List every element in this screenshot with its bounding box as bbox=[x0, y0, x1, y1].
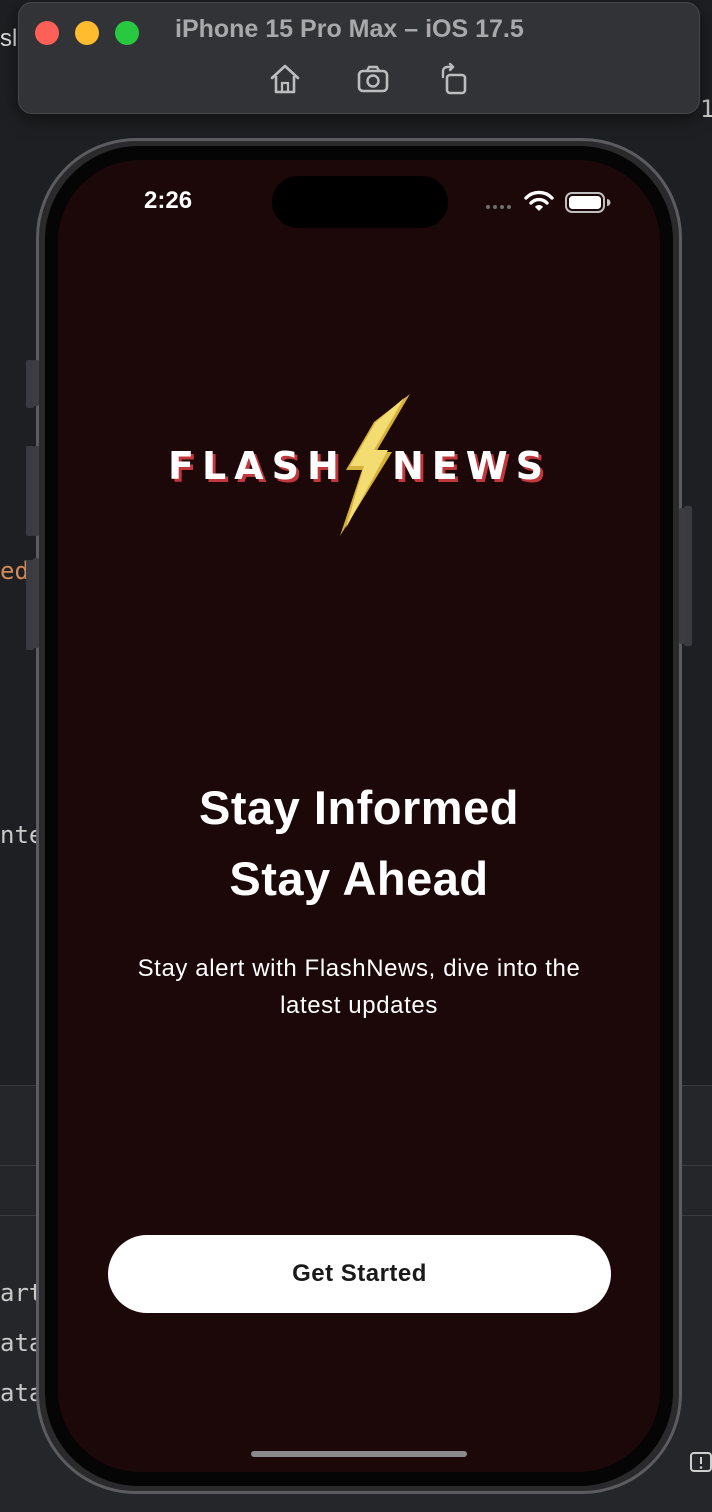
headline-line-2: Stay Ahead bbox=[229, 852, 489, 905]
battery-icon bbox=[565, 192, 611, 213]
cellular-icon bbox=[486, 205, 511, 209]
close-window-button[interactable] bbox=[35, 21, 59, 45]
home-icon[interactable] bbox=[267, 61, 303, 97]
logo-text-news: NEWS bbox=[392, 444, 552, 488]
wifi-icon bbox=[524, 190, 554, 211]
headline-line-1: Stay Informed bbox=[199, 781, 519, 834]
rotate-icon[interactable] bbox=[435, 61, 471, 97]
headline: Stay Informed Stay Ahead bbox=[58, 772, 660, 914]
status-time: 2:26 bbox=[144, 187, 193, 214]
dynamic-island bbox=[272, 176, 448, 228]
subtitle-text: Stay alert with FlashNews, dive into the… bbox=[137, 955, 581, 1019]
editor-fragment: ed bbox=[0, 557, 29, 585]
action-button bbox=[33, 360, 39, 406]
simulator-title: iPhone 15 Pro Max – iOS 17.5 bbox=[175, 15, 524, 43]
chat-icon[interactable] bbox=[690, 1452, 712, 1478]
zoom-window-button[interactable] bbox=[115, 21, 139, 45]
volume-down-button bbox=[33, 558, 39, 648]
simulator-titlebar[interactable]: iPhone 15 Pro Max – iOS 17.5 bbox=[18, 2, 700, 114]
editor-fragment: sl bbox=[0, 25, 18, 52]
volume-up-button bbox=[33, 446, 39, 536]
get-started-button[interactable]: Get Started bbox=[108, 1235, 611, 1313]
flashnews-logo: FLASH NEWS bbox=[158, 388, 558, 538]
screenshot-icon[interactable] bbox=[355, 61, 391, 97]
power-button bbox=[679, 508, 685, 644]
phone-screen: 2:26 FLASH NEWS Stay Informed Stay Ahead bbox=[58, 160, 660, 1472]
home-indicator[interactable] bbox=[251, 1451, 467, 1457]
editor-fragment: 1 bbox=[700, 95, 712, 123]
scroll-marker bbox=[684, 506, 692, 646]
status-icons bbox=[486, 190, 611, 213]
logo-text-flash: FLASH bbox=[168, 444, 347, 488]
minimize-window-button[interactable] bbox=[75, 21, 99, 45]
